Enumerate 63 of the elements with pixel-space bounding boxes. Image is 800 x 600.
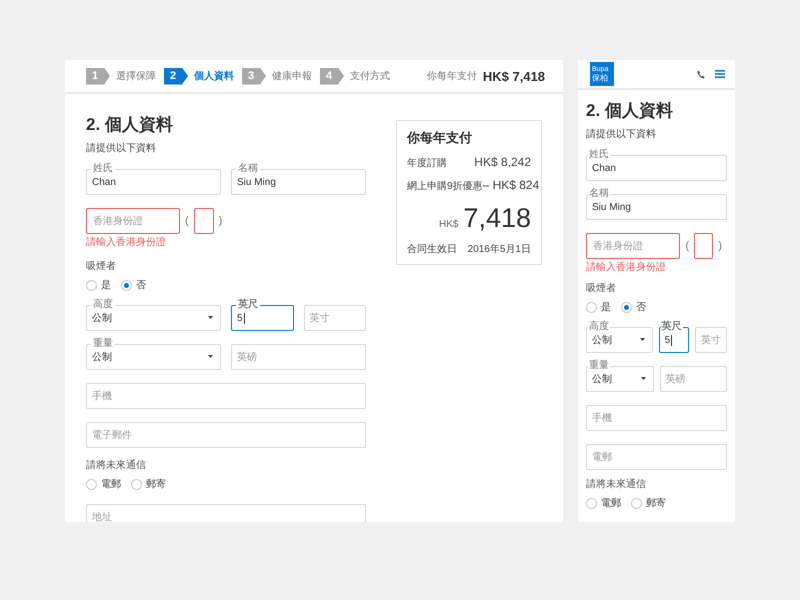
radio-icon[interactable] — [131, 478, 142, 490]
check-digit-field[interactable] — [194, 208, 214, 234]
bracket: ( — [185, 215, 189, 227]
text-field[interactable]: 英尺 5 — [231, 299, 294, 331]
radio-group-label: 請將未來通信 — [586, 479, 647, 491]
date-label: 合同生效日 — [407, 242, 457, 256]
step-tab[interactable]: 1 選擇保障 — [86, 68, 156, 84]
caret-icon[interactable] — [208, 355, 213, 358]
text-field[interactable]: 姓氏 Chan — [86, 163, 221, 195]
radio-group-label: 請將未來通信 — [86, 460, 147, 472]
section-title: 2. 個人資料 — [586, 100, 674, 122]
bracket: ) — [718, 240, 722, 252]
section-subtitle: 請提供以下資料 — [586, 128, 657, 142]
price-label: 年度訂購 — [407, 156, 447, 170]
price-value: – HK$ 824 — [482, 178, 540, 192]
currency-label: HK$ — [438, 219, 458, 230]
error-message: 請輸入香港身份證 — [586, 262, 667, 274]
date-value: 2016年5月1日 — [468, 243, 531, 256]
total-price: 7,418 — [463, 203, 531, 234]
radio-icon[interactable] — [631, 498, 642, 508]
step-tab[interactable]: 3 健康申報 — [242, 68, 312, 84]
phone-icon[interactable] — [697, 70, 705, 78]
text-field[interactable]: 名稱 Siu Ming — [586, 188, 727, 220]
dropdown-field[interactable]: 高度 公制 — [586, 321, 653, 353]
radio-icon[interactable] — [86, 280, 97, 290]
radio-group-label: 吸煙者 — [586, 283, 617, 295]
bracket: ( — [685, 240, 690, 252]
dropdown-field[interactable]: 高度 公制 — [86, 299, 221, 331]
caret-icon[interactable] — [640, 377, 646, 380]
total-amount: HK$ 7,418 — [482, 68, 545, 84]
price-label: 網上申購9折優惠 — [407, 180, 483, 193]
dropdown-field[interactable]: 重量 公制 — [86, 338, 221, 370]
radio-icon[interactable] — [586, 498, 597, 508]
text-field[interactable]: 姓氏 Chan — [586, 149, 727, 181]
radio-option[interactable]: 否 — [121, 278, 146, 292]
card-title: 你每年支付 — [407, 129, 473, 147]
radio-icon[interactable] — [586, 302, 597, 312]
bracket: ) — [218, 215, 222, 227]
menu-icon[interactable] — [715, 70, 725, 78]
caret-icon[interactable] — [208, 316, 213, 319]
price-value: HK$ 8,242 — [474, 155, 531, 169]
error-message: 請輸入香港身份證 — [86, 237, 167, 249]
radio-option[interactable]: 否 — [621, 300, 646, 314]
dropdown-field[interactable]: 重量 公制 — [586, 360, 654, 392]
radio-option[interactable]: 郵寄 — [131, 477, 166, 491]
radio-option[interactable]: 電郵 — [586, 496, 621, 510]
total-label: 你每年支付 — [426, 70, 477, 83]
step-tab[interactable]: 2 個人資料 — [164, 68, 234, 84]
check-digit-field[interactable] — [694, 233, 714, 259]
radio-option[interactable]: 是 — [586, 300, 611, 314]
radio-icon[interactable] — [121, 280, 132, 290]
radio-icon[interactable] — [621, 302, 632, 312]
radio-option[interactable]: 電郵 — [86, 477, 121, 491]
text-field[interactable]: 英尺 5 — [658, 321, 689, 353]
step-tab[interactable]: 4 支付方式 — [320, 68, 390, 84]
section-subtitle: 請提供以下資料 — [86, 142, 157, 156]
radio-group-label: 吸煙者 — [86, 261, 117, 273]
text-field[interactable]: 名稱 Siu Ming — [231, 163, 366, 195]
section-title: 2. 個人資料 — [86, 114, 174, 136]
radio-option[interactable]: 郵寄 — [631, 496, 666, 510]
radio-icon[interactable] — [86, 478, 97, 490]
radio-option[interactable]: 是 — [86, 278, 111, 292]
caret-icon[interactable] — [640, 338, 645, 341]
